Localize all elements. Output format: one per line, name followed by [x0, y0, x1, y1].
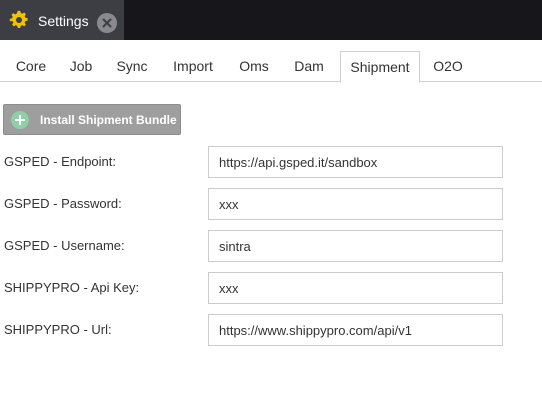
gear-icon: [9, 10, 28, 29]
shippypro-url-row: SHIPPYPRO - Url:: [0, 314, 542, 346]
install-button-label: Install Shipment Bundle: [40, 113, 177, 127]
tab-dam[interactable]: Dam: [286, 50, 332, 82]
close-icon: [102, 18, 112, 28]
gsped-endpoint-label: GSPED - Endpoint:: [4, 154, 116, 169]
gsped-password-label: GSPED - Password:: [4, 196, 122, 211]
shippypro-api-key-label: SHIPPYPRO - Api Key:: [4, 280, 140, 295]
tab-job[interactable]: Job: [62, 50, 100, 82]
install-shipment-bundle-button[interactable]: Install Shipment Bundle: [3, 104, 181, 135]
window-title: Settings: [38, 13, 89, 29]
gsped-password-input[interactable]: [208, 188, 503, 220]
gsped-endpoint-row: GSPED - Endpoint:: [0, 146, 542, 178]
tab-bar: Core Job Sync Import Oms Dam Shipment O2…: [0, 40, 542, 83]
tab-shipment[interactable]: Shipment: [340, 51, 420, 83]
plus-circle-icon: [11, 111, 29, 129]
gsped-password-row: GSPED - Password:: [0, 188, 542, 220]
gsped-endpoint-input[interactable]: [208, 146, 503, 178]
shippypro-api-key-input[interactable]: [208, 272, 503, 304]
gsped-username-input[interactable]: [208, 230, 503, 262]
tab-oms[interactable]: Oms: [230, 50, 278, 82]
close-button[interactable]: [97, 13, 117, 33]
shippypro-api-key-row: SHIPPYPRO - Api Key:: [0, 272, 542, 304]
tab-o2o[interactable]: O2O: [426, 50, 470, 82]
title-bar: Settings: [0, 0, 542, 40]
gsped-username-row: GSPED - Username:: [0, 230, 542, 262]
shippypro-url-input[interactable]: [208, 314, 503, 346]
tab-core[interactable]: Core: [8, 50, 54, 82]
tab-sync[interactable]: Sync: [108, 50, 156, 82]
window-tab[interactable]: Settings: [0, 0, 124, 40]
gsped-username-label: GSPED - Username:: [4, 238, 125, 253]
tab-import[interactable]: Import: [164, 50, 222, 82]
shippypro-url-label: SHIPPYPRO - Url:: [4, 322, 112, 337]
